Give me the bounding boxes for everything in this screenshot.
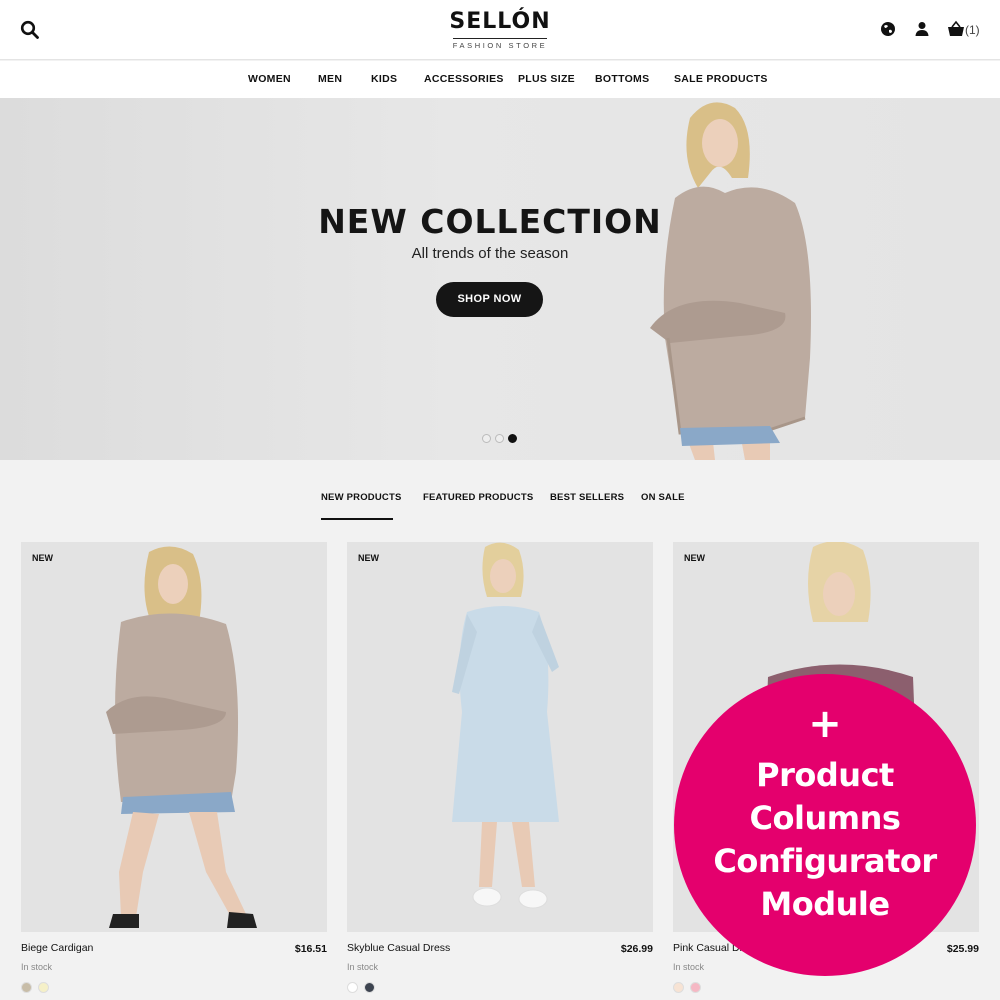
- tab-on-sale[interactable]: ON SALE: [641, 492, 685, 503]
- color-swatch[interactable]: [347, 982, 358, 993]
- nav-item-sale-products[interactable]: SALE PRODUCTS: [674, 73, 768, 85]
- product-image[interactable]: NEW: [21, 542, 327, 932]
- new-badge: NEW: [32, 553, 53, 563]
- logo-tagline: FASHION STORE: [452, 38, 548, 50]
- slider-dot-1[interactable]: [482, 434, 491, 443]
- site-header: SELLÓN FASHION STORE (1): [0, 0, 1000, 60]
- product-name[interactable]: Biege Cardigan: [21, 942, 93, 954]
- color-swatch[interactable]: [21, 982, 32, 993]
- product-photo-dress: [452, 542, 559, 909]
- hero-model-image: [650, 102, 811, 460]
- product-photo-cardigan: [106, 546, 257, 928]
- nav-item-men[interactable]: MEN: [318, 73, 342, 85]
- product-price: $16.51: [294, 943, 327, 955]
- nav-item-accessories[interactable]: ACCESSORIES: [424, 73, 504, 85]
- cart-count[interactable]: (1): [965, 23, 980, 37]
- promo-line: Product: [756, 756, 894, 794]
- hero-banner: NEW COLLECTION All trends of the season …: [0, 98, 1000, 460]
- promo-plus-icon: +: [808, 701, 842, 747]
- color-swatch[interactable]: [38, 982, 49, 993]
- shop-now-button[interactable]: SHOP NOW: [436, 282, 543, 317]
- stock-status: In stock: [673, 962, 705, 972]
- color-swatch[interactable]: [364, 982, 375, 993]
- product-image[interactable]: NEW: [347, 542, 653, 932]
- nav-item-plus-size[interactable]: PLUS SIZE: [518, 73, 575, 85]
- nav-item-bottoms[interactable]: BOTTOMS: [595, 73, 649, 85]
- slider-dot-2[interactable]: [495, 434, 504, 443]
- color-swatch[interactable]: [690, 982, 701, 993]
- new-badge: NEW: [358, 553, 379, 563]
- main-navigation: WOMEN MEN KIDS ACCESSORIES PLUS SIZE BOT…: [0, 61, 1000, 98]
- nav-item-women[interactable]: WOMEN: [248, 73, 291, 85]
- user-icon[interactable]: [913, 20, 931, 38]
- stock-status: In stock: [347, 962, 379, 972]
- tab-featured-products[interactable]: FEATURED PRODUCTS: [423, 492, 533, 503]
- product-price: $25.99: [946, 943, 979, 955]
- promo-text: Product Columns Configurator Module: [694, 754, 956, 926]
- globe-icon[interactable]: [879, 20, 897, 38]
- new-badge: NEW: [684, 553, 705, 563]
- promo-badge: + Product Columns Configurator Module: [674, 674, 976, 976]
- stock-status: In stock: [21, 962, 53, 972]
- promo-line: Configurator: [713, 842, 937, 880]
- promo-line: Columns: [749, 799, 901, 837]
- active-tab-indicator: [321, 518, 393, 520]
- nav-item-kids[interactable]: KIDS: [371, 73, 397, 85]
- tab-new-products[interactable]: NEW PRODUCTS: [321, 492, 402, 503]
- store-logo[interactable]: SELLÓN FASHION STORE: [0, 9, 1000, 53]
- promo-line: Module: [760, 885, 890, 923]
- product-price: $26.99: [620, 943, 653, 955]
- cart-icon[interactable]: [947, 20, 965, 38]
- storefront-page: SELLÓN FASHION STORE (1) WOMEN MEN KIDS …: [0, 0, 1000, 1000]
- product-name[interactable]: Skyblue Casual Dress: [347, 942, 450, 954]
- logo-text: SELLÓN: [449, 9, 551, 34]
- tab-best-sellers[interactable]: BEST SELLERS: [550, 492, 624, 503]
- slider-dot-3[interactable]: [508, 434, 517, 443]
- color-swatch[interactable]: [673, 982, 684, 993]
